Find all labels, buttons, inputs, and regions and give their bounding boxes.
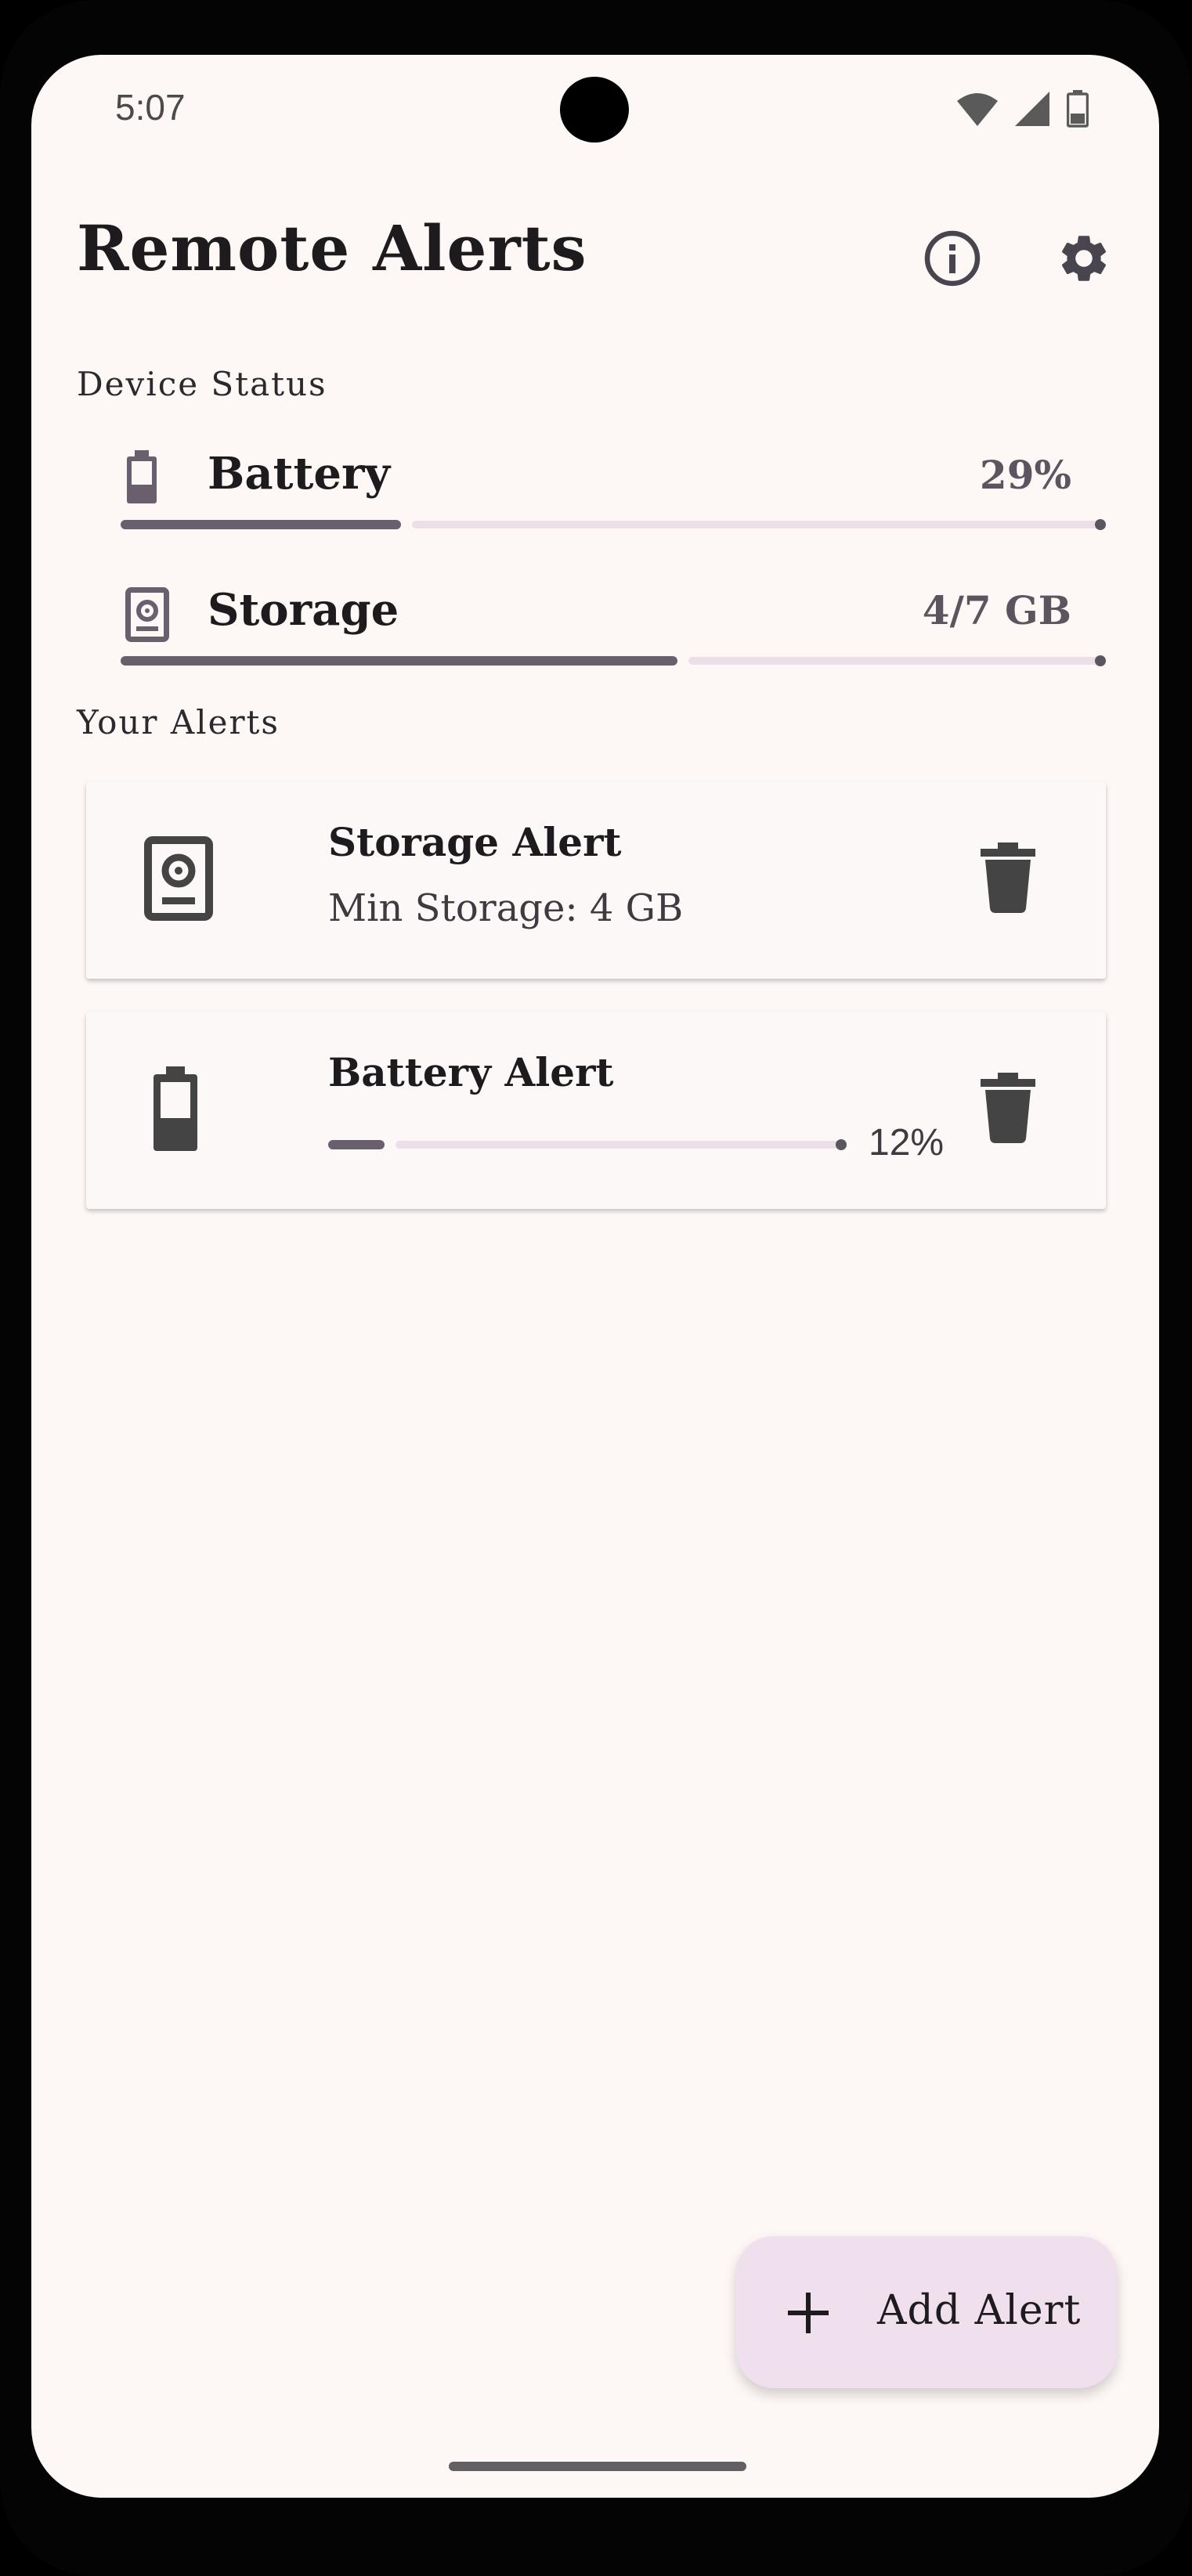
- storage-progress-fill: [121, 656, 678, 666]
- battery-alert-card[interactable]: Battery Alert 12%: [86, 1012, 1106, 1209]
- delete-icon[interactable]: [981, 842, 1035, 913]
- camera-cutout: [560, 77, 629, 143]
- battery-icon: [154, 1066, 197, 1154]
- alert-threshold-value: 12%: [869, 1122, 945, 1164]
- your-alerts-label: Your Alerts: [77, 703, 280, 741]
- alert-title: Battery Alert: [328, 1049, 614, 1095]
- battery-status-icon: [1066, 90, 1089, 131]
- battery-alert-slider[interactable]: [328, 1138, 847, 1152]
- info-icon: [923, 229, 982, 291]
- screen: 5:07 Remote Alerts Device Status Battery…: [31, 55, 1159, 2498]
- storage-label: Storage: [208, 584, 399, 636]
- battery-progress-end: [1095, 519, 1106, 530]
- app-title: Remote Alerts: [77, 211, 587, 285]
- battery-alert-slider-track: [396, 1141, 847, 1149]
- add-icon: [786, 2291, 830, 2338]
- storage-progress: [121, 653, 1106, 669]
- info-button[interactable]: [912, 219, 993, 301]
- alert-detail: Min Storage: 4 GB: [328, 886, 684, 930]
- storage-progress-track: [688, 657, 1106, 665]
- signal-icon: [1015, 92, 1049, 129]
- battery-label: Battery: [208, 448, 391, 500]
- battery-progress: [121, 517, 1106, 532]
- home-indicator[interactable]: [449, 2462, 746, 2471]
- battery-value: 29%: [979, 452, 1071, 498]
- device-status-label: Device Status: [77, 365, 327, 403]
- status-icons: [957, 90, 1089, 131]
- storage-progress-end: [1095, 655, 1106, 666]
- storage-alert-card[interactable]: Storage Alert Min Storage: 4 GB: [86, 781, 1106, 979]
- delete-icon[interactable]: [981, 1073, 1035, 1143]
- alert-title: Storage Alert: [328, 819, 622, 865]
- device-frame: 5:07 Remote Alerts Device Status Battery…: [0, 0, 1192, 2576]
- storage-icon: [144, 836, 213, 924]
- battery-alert-slider-fill: [328, 1140, 385, 1149]
- battery-progress-fill: [121, 520, 401, 529]
- wifi-icon: [957, 92, 998, 129]
- status-time: 5:07: [115, 87, 186, 128]
- battery-progress-track: [411, 521, 1106, 529]
- battery-alert-slider-end: [836, 1139, 847, 1150]
- storage-icon: [125, 587, 169, 645]
- settings-icon: [1056, 230, 1112, 290]
- storage-value: 4/7 GB: [922, 587, 1071, 633]
- add-alert-label: Add Alert: [877, 2287, 1082, 2334]
- add-alert-button[interactable]: Add Alert: [736, 2236, 1117, 2388]
- settings-button[interactable]: [1043, 219, 1125, 301]
- battery-icon: [125, 450, 158, 508]
